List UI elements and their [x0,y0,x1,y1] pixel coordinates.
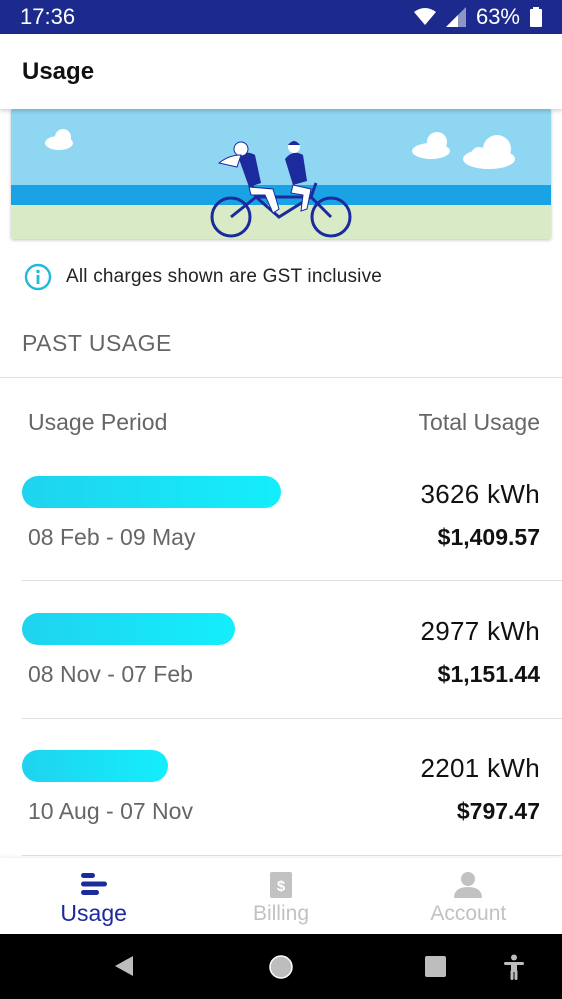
usage-period: 08 Nov - 07 Feb [28,661,193,687]
usage-row[interactable]: 2201 kWh 10 Aug - 07 Nov $797.47 [0,718,562,856]
usage-period: 10 Aug - 07 Nov [28,798,193,824]
home-button[interactable] [268,954,294,985]
usage-screen: 17:36 63% Usage All charges shown are GS… [0,0,562,999]
cell-signal-icon [445,7,466,27]
nav-item-account[interactable]: Account [375,858,562,934]
usage-kwh: 2201 kWh [420,753,540,783]
recents-icon [425,956,446,977]
usage-kwh: 3626 kWh [420,479,540,509]
gst-info-row: All charges shown are GST inclusive [24,262,382,292]
accessibility-button[interactable] [502,954,526,985]
accessibility-icon [504,954,524,980]
usage-cost: $1,151.44 [437,661,540,687]
status-time: 17:36 [20,4,76,29]
svg-text:$: $ [277,878,286,895]
tandem-bike-illustration [11,109,551,239]
billing-icon: $ [269,872,292,898]
bottom-navigation: Usage $ Billing Account [0,858,562,934]
app-bar: Usage [0,34,562,109]
section-title-past-usage: PAST USAGE [22,330,172,356]
usage-bar [22,750,168,782]
nav-label-billing: Billing [252,902,309,925]
divider [0,377,562,378]
usage-bar [22,476,281,508]
status-indicators: 63% [413,4,542,30]
usage-period: 08 Feb - 09 May [28,524,196,550]
banner-illustration [11,109,551,239]
gst-info-text: All charges shown are GST inclusive [66,266,383,287]
recents-button[interactable] [425,956,446,982]
account-icon [454,872,483,898]
usage-kwh: 2977 kWh [420,616,540,646]
usage-bar [22,613,235,645]
back-icon [115,956,133,976]
usage-cost: $797.47 [456,798,540,824]
usage-row[interactable]: 3626 kWh 08 Feb - 09 May $1,409.57 [0,444,562,581]
page-title: Usage [22,57,95,85]
usage-cost: $1,409.57 [437,524,540,550]
column-header-total-usage: Total Usage [418,409,540,435]
usage-icon [80,872,107,895]
row-divider [22,855,562,856]
system-navigation-bar [0,934,562,999]
nav-label-usage: Usage [60,899,127,926]
wifi-icon [413,8,436,25]
battery-icon [530,7,542,27]
home-icon [269,955,293,979]
nav-label-account: Account [430,902,507,925]
column-header-usage-period: Usage Period [28,409,168,435]
nav-item-billing[interactable]: $ Billing [187,858,374,934]
info-icon [24,263,52,291]
back-button[interactable] [113,954,135,983]
battery-percent: 63% [475,4,520,29]
nav-item-usage[interactable]: Usage [0,858,187,934]
status-bar: 17:36 63% [0,0,562,34]
usage-row[interactable]: 2977 kWh 08 Nov - 07 Feb $1,151.44 [0,581,562,719]
